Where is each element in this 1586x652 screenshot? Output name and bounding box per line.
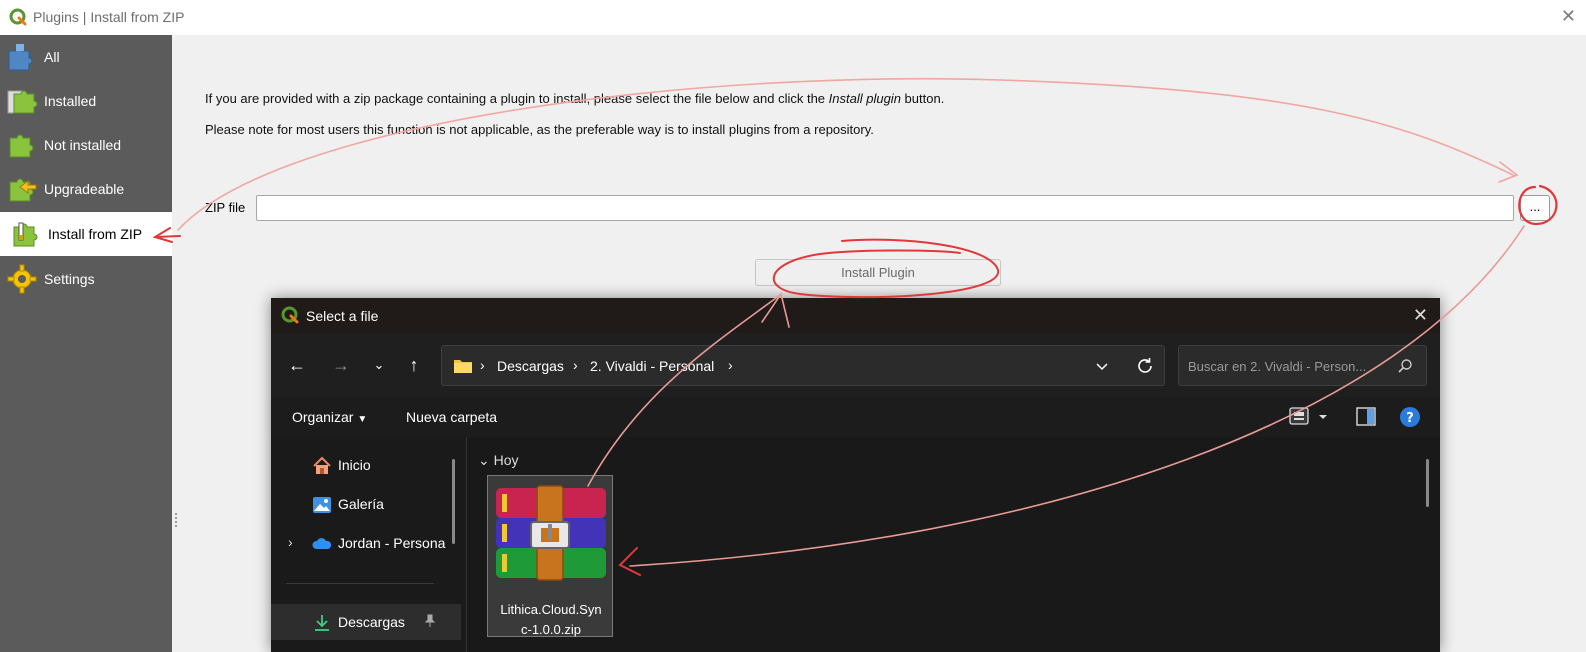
refresh-icon[interactable] bbox=[1135, 356, 1155, 376]
help-icon[interactable]: ? bbox=[1399, 406, 1421, 428]
sidebar-item-label: Installed bbox=[44, 93, 97, 109]
file-item-zip[interactable]: Lithica.Cloud.Syn c-1.0.0.zip bbox=[487, 475, 613, 637]
info-text-1: If you are provided with a zip package c… bbox=[205, 91, 945, 106]
home-icon bbox=[313, 456, 331, 474]
caret-down-icon: ▼ bbox=[357, 414, 368, 425]
qgis-logo-icon bbox=[281, 306, 299, 324]
search-icon bbox=[1398, 359, 1412, 373]
file-list: ⌄ Hoy Lithica.Cloud.Syn c-1.0.0.zip bbox=[468, 437, 1440, 652]
gallery-icon bbox=[313, 497, 331, 513]
dialog-title: Select a file bbox=[306, 308, 379, 324]
forward-arrow-icon[interactable]: → bbox=[327, 353, 355, 379]
onedrive-cloud-icon bbox=[312, 538, 332, 549]
dialog-navbar: ← → ⌄ ↑ › Descargas › 2. Vivaldi - Perso… bbox=[271, 333, 1440, 397]
window-titlebar: Plugins | Install from ZIP ✕ bbox=[0, 0, 1586, 35]
sidebar-item-label: Install from ZIP bbox=[48, 226, 143, 242]
breadcrumb-separator-icon: › bbox=[573, 357, 578, 373]
puzzle-installed-icon bbox=[7, 90, 38, 114]
address-bar[interactable]: › Descargas › 2. Vivaldi - Personal › bbox=[441, 345, 1165, 386]
nav-item-label: Jordan - Persona bbox=[338, 535, 446, 551]
organize-menu-button[interactable]: Organizar ▼ bbox=[292, 409, 367, 425]
sidebar-item-label: Settings bbox=[44, 271, 95, 287]
nav-scrollbar[interactable] bbox=[452, 459, 455, 544]
search-placeholder: Buscar en 2. Vivaldi - Person... bbox=[1188, 359, 1367, 374]
recent-chevron-down-icon[interactable]: ⌄ bbox=[365, 353, 393, 379]
dialog-toolbar: Organizar ▼ Nueva carpeta ? bbox=[271, 397, 1440, 437]
svg-text:?: ? bbox=[1406, 411, 1414, 426]
search-input[interactable]: Buscar en 2. Vivaldi - Person... bbox=[1178, 345, 1427, 386]
view-options-icon[interactable] bbox=[1289, 406, 1329, 428]
nav-item-inicio[interactable]: Inicio bbox=[271, 447, 461, 483]
puzzle-not-installed-icon bbox=[9, 134, 34, 158]
zip-file-label: ZIP file bbox=[205, 200, 246, 215]
qgis-logo-icon bbox=[9, 8, 27, 26]
dialog-titlebar: Select a file ✕ bbox=[271, 298, 1440, 333]
install-plugin-button[interactable]: Install Plugin bbox=[755, 259, 1001, 286]
breadcrumb-vivaldi-personal[interactable]: 2. Vivaldi - Personal bbox=[590, 358, 714, 374]
chevron-right-icon[interactable]: › bbox=[288, 534, 293, 550]
sidebar-item-settings[interactable]: Settings bbox=[0, 257, 172, 301]
preview-pane-icon[interactable] bbox=[1355, 406, 1377, 428]
download-icon bbox=[315, 615, 329, 631]
zip-file-input[interactable] bbox=[256, 195, 1514, 221]
info-text-2: Please note for most users this function… bbox=[205, 122, 874, 137]
sidebar-item-all[interactable]: All bbox=[0, 35, 172, 79]
puzzle-upgrade-icon bbox=[9, 178, 37, 202]
navigation-pane: Inicio Galería › Jordan - Persona Descar… bbox=[271, 437, 467, 652]
sidebar-item-label: All bbox=[44, 49, 60, 65]
window-title: Plugins | Install from ZIP bbox=[33, 9, 185, 25]
sidebar-item-label: Not installed bbox=[44, 137, 122, 153]
back-arrow-icon[interactable]: ← bbox=[283, 353, 311, 379]
gear-icon bbox=[7, 264, 37, 294]
close-icon[interactable]: ✕ bbox=[1561, 6, 1576, 27]
sidebar-item-not-installed[interactable]: Not installed bbox=[0, 123, 172, 167]
nav-item-galeria[interactable]: Galería bbox=[271, 486, 461, 522]
nav-item-label: Descargas bbox=[338, 614, 405, 630]
nav-item-label: Galería bbox=[338, 496, 384, 512]
pin-icon[interactable] bbox=[423, 614, 437, 628]
sidebar-item-upgradeable[interactable]: Upgradeable bbox=[0, 167, 172, 211]
up-arrow-icon[interactable]: ↑ bbox=[400, 353, 428, 379]
plugins-sidebar: All Installed Not installed Upgradeable … bbox=[0, 35, 172, 652]
sidebar-item-installed[interactable]: Installed bbox=[0, 79, 172, 123]
annotation-arrow-top-head bbox=[1498, 161, 1519, 183]
sidebar-item-label: Upgradeable bbox=[44, 181, 125, 197]
file-name: Lithica.Cloud.Syn c-1.0.0.zip bbox=[500, 602, 602, 637]
close-icon[interactable]: ✕ bbox=[1413, 305, 1428, 326]
new-folder-button[interactable]: Nueva carpeta bbox=[406, 409, 497, 425]
nav-item-onedrive[interactable]: › Jordan - Persona bbox=[271, 525, 461, 561]
winrar-archive-icon bbox=[496, 485, 606, 581]
sidebar-item-install-from-zip[interactable]: Install from ZIP bbox=[0, 212, 172, 256]
breadcrumb-descargas[interactable]: Descargas bbox=[497, 358, 564, 374]
folder-icon bbox=[454, 360, 472, 373]
browse-button[interactable]: ... bbox=[1520, 195, 1550, 221]
nav-divider bbox=[286, 583, 434, 584]
nav-item-label: Inicio bbox=[338, 457, 371, 473]
breadcrumb-separator-icon: › bbox=[728, 357, 733, 373]
group-header-today[interactable]: ⌄ Hoy bbox=[478, 452, 519, 469]
nav-item-descargas[interactable]: Descargas bbox=[271, 604, 461, 640]
chevron-down-icon[interactable] bbox=[1094, 358, 1110, 374]
puzzle-zip-icon bbox=[13, 222, 38, 247]
splitter-handle[interactable] bbox=[175, 513, 177, 527]
puzzle-all-icon bbox=[8, 44, 33, 71]
file-list-scrollbar[interactable] bbox=[1426, 459, 1429, 507]
chevron-down-icon: ⌄ bbox=[478, 452, 490, 468]
select-file-dialog: Select a file ✕ ← → ⌄ ↑ › Descargas › 2.… bbox=[271, 298, 1440, 652]
breadcrumb-separator-icon: › bbox=[480, 357, 485, 373]
